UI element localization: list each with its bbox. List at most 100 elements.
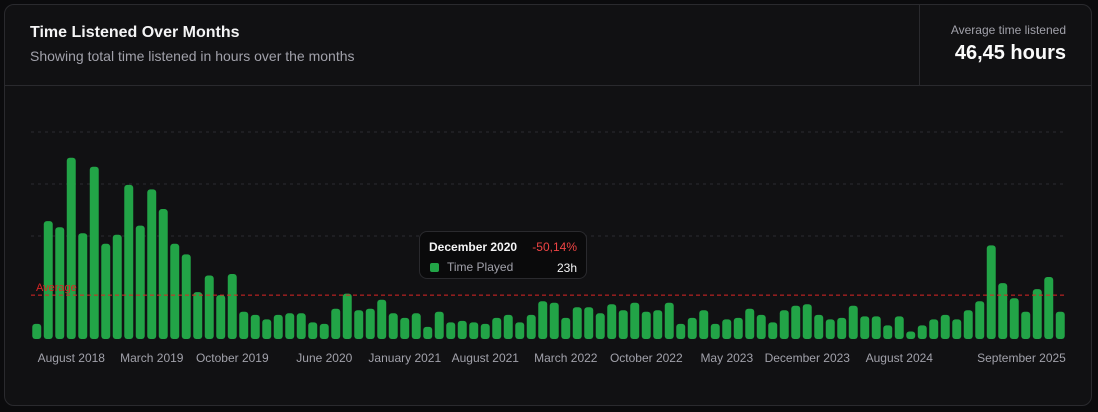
bar[interactable] xyxy=(745,308,755,339)
bar[interactable] xyxy=(814,314,824,339)
bar[interactable] xyxy=(894,316,904,339)
bar[interactable] xyxy=(1021,311,1031,339)
bar[interactable] xyxy=(32,323,42,339)
bar[interactable] xyxy=(595,313,605,339)
x-tick-label: May 2023 xyxy=(700,351,753,365)
bar[interactable] xyxy=(43,221,53,339)
bar[interactable] xyxy=(630,302,640,339)
bar[interactable] xyxy=(66,157,76,339)
bar[interactable] xyxy=(204,275,214,339)
bar[interactable] xyxy=(722,319,732,339)
bar[interactable] xyxy=(193,292,203,339)
bar[interactable] xyxy=(400,317,410,339)
bar[interactable] xyxy=(112,234,122,339)
bar[interactable] xyxy=(561,317,571,339)
bar[interactable] xyxy=(952,319,962,339)
bar[interactable] xyxy=(101,243,111,339)
bar[interactable] xyxy=(480,323,490,339)
bar[interactable] xyxy=(296,313,306,339)
x-tick-label: August 2024 xyxy=(866,351,934,365)
x-tick-label: October 2022 xyxy=(610,351,683,365)
bar[interactable] xyxy=(354,310,364,339)
bar[interactable] xyxy=(779,310,789,339)
bar[interactable] xyxy=(170,243,180,339)
bar[interactable] xyxy=(768,322,778,339)
bar[interactable] xyxy=(262,319,272,339)
bar[interactable] xyxy=(1055,311,1065,339)
bar[interactable] xyxy=(653,310,663,339)
bar[interactable] xyxy=(227,274,237,339)
bar[interactable] xyxy=(526,314,536,339)
bar[interactable] xyxy=(940,314,950,339)
bar[interactable] xyxy=(446,322,456,339)
bar[interactable] xyxy=(848,305,858,339)
bar[interactable] xyxy=(710,323,720,339)
x-tick-label: March 2022 xyxy=(534,351,598,365)
bar[interactable] xyxy=(78,233,88,339)
bar[interactable] xyxy=(411,313,421,339)
tooltip-swatch xyxy=(430,263,439,272)
bar[interactable] xyxy=(963,310,973,339)
bar[interactable] xyxy=(825,319,835,339)
bar[interactable] xyxy=(492,317,502,339)
tooltip-series-name: Time Played xyxy=(447,260,514,274)
bar[interactable] xyxy=(699,310,709,339)
bar[interactable] xyxy=(181,254,191,339)
bar[interactable] xyxy=(319,323,329,339)
bar[interactable] xyxy=(331,308,341,339)
bar[interactable] xyxy=(434,311,444,339)
bar[interactable] xyxy=(365,308,375,339)
bar[interactable] xyxy=(883,325,893,339)
bar[interactable] xyxy=(515,322,525,339)
bar[interactable] xyxy=(906,331,916,339)
bar[interactable] xyxy=(285,313,295,339)
bar[interactable] xyxy=(216,295,226,339)
bar[interactable] xyxy=(975,301,985,339)
bar[interactable] xyxy=(549,302,559,339)
bar[interactable] xyxy=(158,209,168,339)
bar[interactable] xyxy=(503,314,513,339)
bar[interactable] xyxy=(147,189,157,339)
bar[interactable] xyxy=(1032,289,1042,339)
bar[interactable] xyxy=(607,304,617,339)
bar[interactable] xyxy=(1044,277,1054,339)
bar[interactable] xyxy=(860,316,870,339)
bar[interactable] xyxy=(135,225,145,339)
bar[interactable] xyxy=(538,301,548,339)
bar[interactable] xyxy=(124,184,134,339)
bar[interactable] xyxy=(676,323,686,339)
bar[interactable] xyxy=(791,305,801,339)
bar[interactable] xyxy=(917,325,927,339)
bar[interactable] xyxy=(457,320,467,339)
bar[interactable] xyxy=(802,304,812,339)
bar[interactable] xyxy=(342,293,352,339)
bar[interactable] xyxy=(308,322,318,339)
bar[interactable] xyxy=(584,307,594,339)
bar[interactable] xyxy=(250,314,260,339)
bar[interactable] xyxy=(239,311,249,339)
tooltip-month: December 2020 xyxy=(429,240,518,254)
bar[interactable] xyxy=(273,314,283,339)
bar[interactable] xyxy=(388,313,398,339)
bar[interactable] xyxy=(756,314,766,339)
x-tick-label: August 2018 xyxy=(38,351,106,365)
bar[interactable] xyxy=(618,310,628,339)
bar[interactable] xyxy=(733,317,743,339)
bar[interactable] xyxy=(469,322,479,339)
x-tick-label: August 2021 xyxy=(452,351,520,365)
bar[interactable] xyxy=(664,302,674,339)
bar[interactable] xyxy=(89,166,99,339)
bar[interactable] xyxy=(998,283,1008,339)
bar[interactable] xyxy=(423,326,433,339)
bar[interactable] xyxy=(687,317,697,339)
bar[interactable] xyxy=(641,311,651,339)
bar[interactable] xyxy=(1009,298,1019,339)
bar[interactable] xyxy=(986,245,996,339)
bar[interactable] xyxy=(377,299,387,339)
bar-chart: Average August 2018 March 2019 October 2019… xyxy=(31,131,1066,365)
bar[interactable] xyxy=(837,317,847,339)
x-tick-label: June 2020 xyxy=(296,351,352,365)
bar[interactable] xyxy=(929,319,939,339)
bar[interactable] xyxy=(572,307,582,339)
bar[interactable] xyxy=(871,316,881,339)
